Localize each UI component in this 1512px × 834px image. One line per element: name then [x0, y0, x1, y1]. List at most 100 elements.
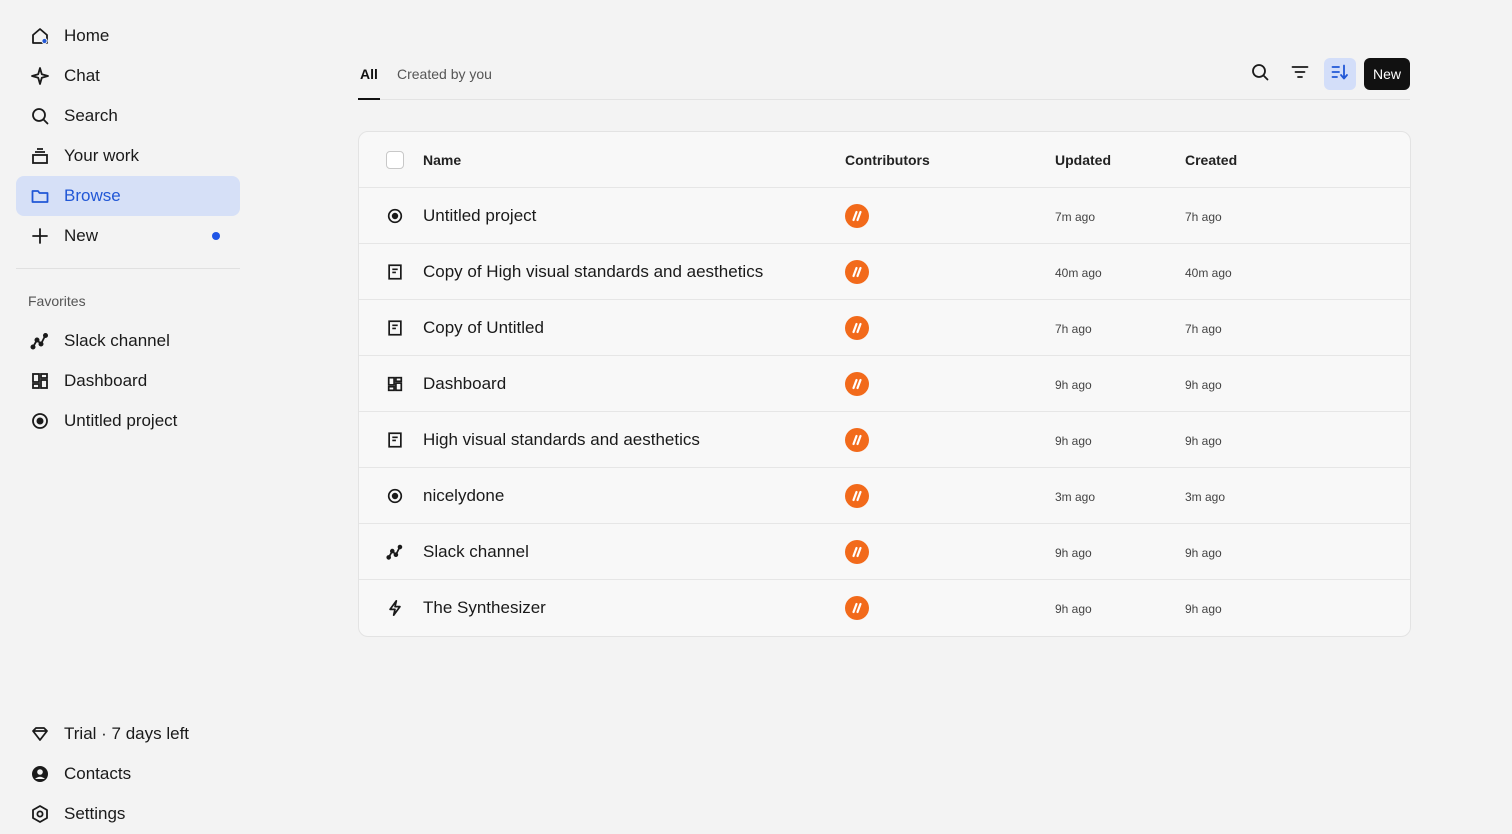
- sidebar-item-chat[interactable]: Chat: [16, 56, 240, 96]
- sidebar-item-home[interactable]: Home: [16, 16, 240, 56]
- column-header-updated[interactable]: Updated: [1055, 132, 1111, 188]
- favorite-item-dashboard[interactable]: Dashboard: [16, 361, 240, 401]
- row-name[interactable]: Dashboard: [423, 356, 506, 412]
- document-icon: [386, 431, 404, 449]
- sidebar-item-new[interactable]: New: [16, 216, 240, 256]
- row-created: 40m ago: [1185, 266, 1232, 280]
- row-updated: 40m ago: [1055, 266, 1102, 280]
- sidebar-item-label: Home: [64, 26, 110, 45]
- tab-all[interactable]: All: [360, 66, 378, 100]
- favorite-item-slack-channel[interactable]: Slack channel: [16, 321, 240, 361]
- table-row[interactable]: Copy of High visual standards and aesthe…: [359, 244, 1410, 300]
- row-created: 7h ago: [1185, 210, 1222, 224]
- row-updated: 3m ago: [1055, 490, 1096, 504]
- filter-icon: [1290, 62, 1310, 87]
- row-name[interactable]: nicelydone: [423, 468, 504, 524]
- row-created: 9h ago: [1185, 434, 1222, 448]
- table-row[interactable]: High visual standards and aesthetics 9h a…: [359, 412, 1410, 468]
- tab-created-by-you[interactable]: Created by you: [397, 66, 492, 100]
- contributor-avatar[interactable]: [845, 484, 869, 508]
- table-row[interactable]: Slack channel 9h ago 9h ago: [359, 524, 1410, 580]
- row-created: 9h ago: [1185, 546, 1222, 560]
- sort-button[interactable]: [1324, 58, 1356, 90]
- row-updated: 9h ago: [1055, 378, 1092, 392]
- column-header-name[interactable]: Name: [423, 132, 461, 188]
- dashboard-icon: [16, 371, 64, 391]
- favorites-heading: Favorites: [28, 293, 86, 309]
- items-table: Name Contributors Updated Created Untitl…: [358, 131, 1411, 637]
- compass-icon: [386, 487, 404, 505]
- active-tab-indicator: [358, 98, 380, 100]
- search-icon: [1250, 62, 1270, 87]
- home-icon: [16, 26, 64, 46]
- contributor-avatar[interactable]: [845, 428, 869, 452]
- stack-icon: [16, 146, 64, 166]
- table-row[interactable]: nicelydone 3m ago 3m ago: [359, 468, 1410, 524]
- sidebar-item-label: Chat: [64, 66, 100, 85]
- plus-icon: [16, 226, 64, 246]
- document-icon: [386, 263, 404, 281]
- row-updated: 9h ago: [1055, 434, 1092, 448]
- settings-icon: [16, 804, 64, 824]
- contributor-avatar[interactable]: [845, 540, 869, 564]
- contributor-avatar[interactable]: [845, 260, 869, 284]
- row-updated: 9h ago: [1055, 546, 1092, 560]
- table-row[interactable]: The Synthesizer 9h ago 9h ago: [359, 580, 1410, 636]
- table-row[interactable]: Untitled project 7m ago 7h ago: [359, 188, 1410, 244]
- sidebar-item-settings[interactable]: Settings: [16, 794, 240, 834]
- contributor-avatar[interactable]: [845, 596, 869, 620]
- sidebar-item-label: Contacts: [64, 764, 132, 783]
- sidebar-item-trial[interactable]: Trial · 7 days left: [16, 714, 240, 754]
- row-name[interactable]: Untitled project: [423, 188, 536, 244]
- contributor-avatar[interactable]: [845, 204, 869, 228]
- row-name[interactable]: High visual standards and aesthetics: [423, 412, 700, 468]
- contributor-avatar[interactable]: [845, 372, 869, 396]
- table-row[interactable]: Dashboard 9h ago 9h ago: [359, 356, 1410, 412]
- contributor-avatar[interactable]: [845, 316, 869, 340]
- user-circle-icon: [16, 764, 64, 784]
- favorite-item-label: Untitled project: [64, 411, 178, 430]
- sidebar-item-label: Trial · 7 days left: [64, 724, 190, 743]
- sparkle-icon: [16, 66, 64, 86]
- dashboard-icon: [386, 375, 404, 393]
- row-updated: 9h ago: [1055, 602, 1092, 616]
- sidebar-item-label: Search: [64, 106, 118, 125]
- sort-icon: [1330, 62, 1350, 87]
- favorite-item-untitled-project[interactable]: Untitled project: [16, 401, 240, 441]
- document-icon: [386, 319, 404, 337]
- favorite-item-label: Dashboard: [64, 371, 148, 390]
- sidebar-item-label: Your work: [64, 146, 139, 165]
- row-updated: 7h ago: [1055, 322, 1092, 336]
- compass-icon: [386, 207, 404, 225]
- row-name[interactable]: The Synthesizer: [423, 580, 546, 636]
- row-updated: 7m ago: [1055, 210, 1096, 224]
- table-row[interactable]: Copy of Untitled 7h ago 7h ago: [359, 300, 1410, 356]
- row-name[interactable]: Copy of Untitled: [423, 300, 544, 356]
- row-name[interactable]: Copy of High visual standards and aesthe…: [423, 244, 763, 300]
- row-created: 9h ago: [1185, 602, 1222, 616]
- compass-icon: [16, 411, 64, 431]
- sidebar-item-search[interactable]: Search: [16, 96, 240, 136]
- table-header: Name Contributors Updated Created: [359, 132, 1410, 188]
- select-all-checkbox[interactable]: [386, 151, 404, 169]
- sidebar: Home Chat Search Your work Browse New Fa…: [0, 0, 256, 823]
- filter-button[interactable]: [1284, 58, 1316, 90]
- lightning-icon: [386, 599, 404, 617]
- sidebar-item-label: Settings: [64, 804, 126, 823]
- sidebar-divider: [16, 268, 240, 269]
- column-header-created[interactable]: Created: [1185, 132, 1237, 188]
- search-button[interactable]: [1244, 58, 1276, 90]
- row-created: 9h ago: [1185, 378, 1222, 392]
- diamond-icon: [16, 724, 64, 744]
- favorite-item-label: Slack channel: [64, 331, 170, 350]
- sidebar-item-contacts[interactable]: Contacts: [16, 754, 240, 794]
- row-name[interactable]: Slack channel: [423, 524, 529, 580]
- row-created: 3m ago: [1185, 490, 1226, 504]
- column-header-contributors[interactable]: Contributors: [845, 132, 930, 188]
- sidebar-item-your-work[interactable]: Your work: [16, 136, 240, 176]
- search-icon: [16, 106, 64, 126]
- sidebar-item-browse[interactable]: Browse: [16, 176, 240, 216]
- sidebar-item-label: Browse: [64, 186, 121, 205]
- row-created: 7h ago: [1185, 322, 1222, 336]
- new-button[interactable]: New: [1364, 58, 1410, 90]
